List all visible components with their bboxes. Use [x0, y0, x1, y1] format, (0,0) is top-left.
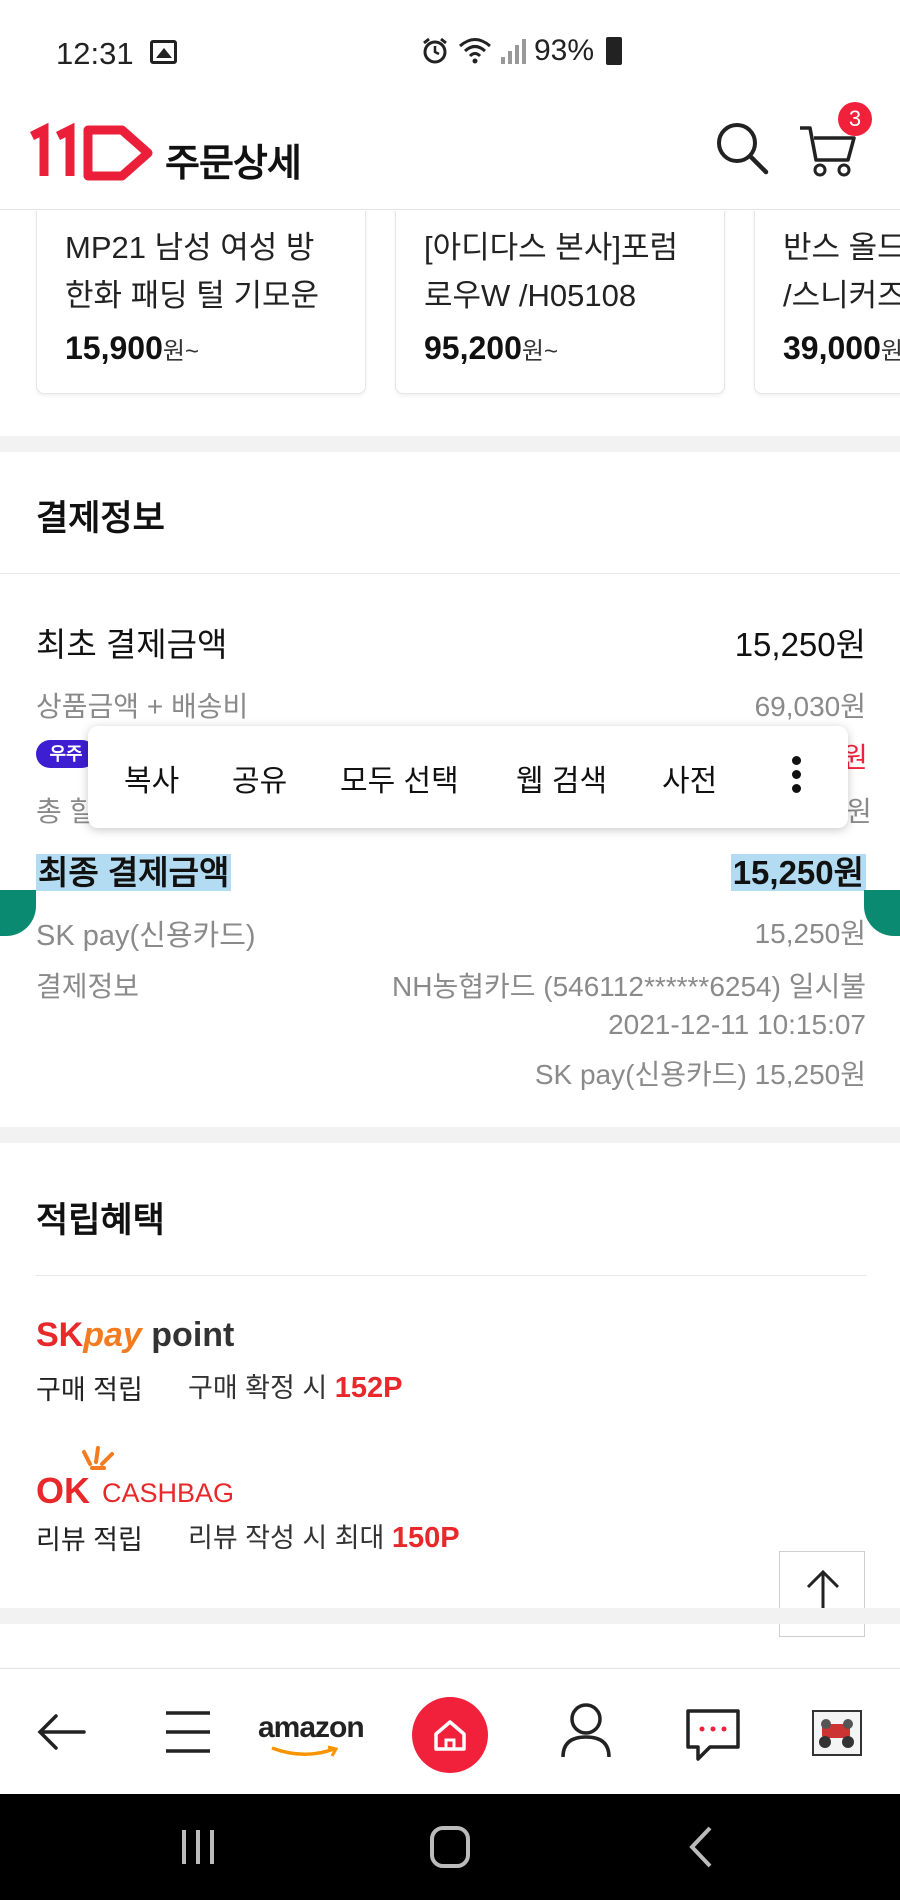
back-system-icon[interactable]: [686, 1824, 716, 1870]
product-name: 한화 패딩 털 기모운: [65, 278, 319, 313]
share-menu-item[interactable]: 공유: [232, 756, 287, 800]
product-name: /스니커즈: [783, 278, 900, 313]
system-navigation-bar: [0, 1794, 900, 1900]
section-gap: [0, 436, 900, 452]
page-title: 주문상세: [165, 143, 302, 185]
rewards-section-title: 적립혜택: [36, 1201, 165, 1240]
divider: [0, 573, 900, 574]
section-gap: [0, 1127, 900, 1143]
wifi-icon: [459, 38, 491, 64]
battery-percent: 93%: [534, 34, 595, 67]
sk-pay-point-logo: SKpay point: [36, 1316, 235, 1354]
11st-logo[interactable]: [30, 122, 155, 184]
review-reward-label: 리뷰 적립: [36, 1525, 143, 1555]
selection-handle-start[interactable]: [0, 890, 36, 936]
divider: [36, 1275, 866, 1276]
total-discount-label: 총 할: [36, 796, 96, 827]
status-right: 93%: [420, 34, 623, 68]
payment-section-title: 결제정보: [36, 499, 165, 538]
recommended-products: MP21 남성 여성 방 한화 패딩 털 기모운 15,900원~ [아디다스 …: [0, 211, 900, 436]
product-name: 로우W /H05108: [424, 278, 637, 313]
product-price: 39,000원: [783, 330, 900, 366]
coupon-badge: 우주: [36, 740, 96, 768]
amazon-smile-icon: [271, 1745, 339, 1757]
dictionary-menu-item[interactable]: 사전: [662, 756, 717, 800]
more-options-icon[interactable]: [792, 756, 802, 796]
home-system-icon[interactable]: [428, 1824, 472, 1870]
product-name: [아디다스 본사]포럼: [424, 230, 678, 265]
cart-count-badge: 3: [838, 102, 872, 136]
gallery-notification-icon: [150, 40, 177, 64]
arrow-up-icon: [806, 1569, 840, 1618]
initial-payment-value: 15,250원: [734, 626, 866, 663]
scroll-to-top-button[interactable]: [779, 1551, 865, 1637]
final-payment-label: 최종 결제금액: [36, 854, 232, 891]
purchase-reward-label: 구매 적립: [36, 1375, 143, 1405]
search-icon[interactable]: [712, 118, 772, 178]
review-reward-desc: 리뷰 작성 시 최대 150P: [188, 1522, 460, 1554]
goods-amount-value: 69,030원: [754, 691, 866, 722]
home-button[interactable]: [412, 1697, 488, 1773]
final-payment-value: 15,250원: [730, 854, 866, 891]
total-discount-value: 원: [846, 796, 872, 827]
product-price: 15,900원~: [65, 330, 199, 366]
back-arrow-icon[interactable]: [18, 1669, 108, 1795]
web-search-menu-item[interactable]: 웹 검색: [516, 756, 607, 800]
chat-icon[interactable]: [668, 1669, 758, 1795]
signal-icon: [501, 39, 526, 64]
alarm-icon: [423, 37, 447, 64]
product-card[interactable]: [아디다스 본사]포럼 로우W /H05108 95,200원~: [395, 211, 725, 394]
status-time: 12:31: [56, 36, 134, 71]
battery-icon: [606, 37, 623, 65]
select-all-menu-item[interactable]: 모두 선택: [340, 756, 459, 800]
text-selection-menu: 복사 공유 모두 선택 웹 검색 사전: [88, 726, 848, 828]
product-card[interactable]: MP21 남성 여성 방 한화 패딩 털 기모운 15,900원~: [36, 211, 366, 394]
amazon-logo: amazon: [258, 1711, 365, 1744]
payment-method-value: 15,250원: [754, 918, 866, 949]
home-icon: [434, 1720, 466, 1751]
recent-apps-icon[interactable]: [178, 1826, 218, 1868]
purchase-reward-desc: 구매 확정 시 152P: [188, 1372, 403, 1404]
ok-cashbag-logo: OK CASHBAG: [36, 1446, 236, 1511]
payment-method-summary: SK pay(신용카드) 15,250원: [534, 1059, 866, 1090]
rc-car-image: [819, 1719, 854, 1748]
menu-icon[interactable]: [142, 1669, 232, 1795]
product-price: 95,200원~: [424, 330, 558, 366]
recent-product-thumbnail[interactable]: [812, 1710, 862, 1756]
copy-menu-item[interactable]: 복사: [124, 756, 179, 800]
payment-info-label: 결제정보: [36, 971, 140, 1002]
my-account-icon[interactable]: [541, 1669, 631, 1795]
payment-date: 2021-12-11 10:15:07: [608, 1009, 866, 1040]
selection-handle-end[interactable]: [864, 890, 900, 936]
product-name: 반스 올드: [783, 230, 900, 265]
initial-payment-label: 최초 결제금액: [36, 626, 228, 663]
section-gap: [0, 1608, 900, 1624]
app-header: 주문상세: [0, 110, 900, 210]
bottom-navigation: amazon: [0, 1668, 900, 1794]
payment-card-info: NH농협카드 (546112******6254) 일시불: [392, 971, 866, 1002]
payment-method-label: SK pay(신용카드): [36, 920, 256, 952]
product-name: MP21 남성 여성 방: [65, 230, 315, 265]
goods-amount-label: 상품금액 + 배송비: [36, 691, 249, 722]
product-card[interactable]: 반스 올드 /스니커즈 39,000원: [754, 211, 900, 394]
status-bar: 12:31 93%: [0, 0, 900, 110]
